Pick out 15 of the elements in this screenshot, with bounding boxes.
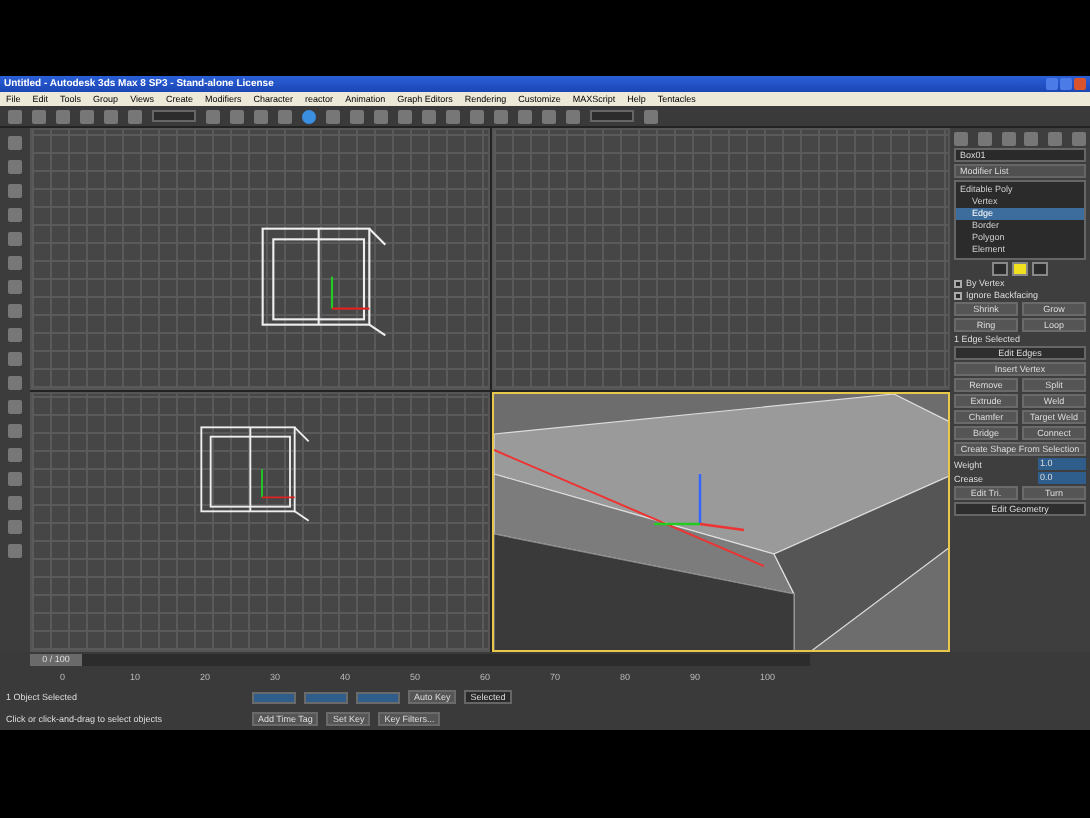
maximize-button[interactable] bbox=[1060, 78, 1072, 90]
subobject-level-icon[interactable] bbox=[992, 262, 1008, 276]
minimize-button[interactable] bbox=[1046, 78, 1058, 90]
subobject-level-icon[interactable] bbox=[1032, 262, 1048, 276]
selection-filter-dropdown[interactable] bbox=[152, 110, 196, 122]
tool-icon[interactable] bbox=[644, 109, 658, 123]
checkbox[interactable] bbox=[954, 279, 962, 287]
y-coordinate-field[interactable] bbox=[304, 691, 348, 704]
close-button[interactable] bbox=[1074, 78, 1086, 90]
named-selection-dropdown[interactable] bbox=[590, 110, 634, 122]
move-icon[interactable] bbox=[302, 109, 316, 123]
z-coordinate-field[interactable] bbox=[356, 691, 400, 704]
subobject-level-icon[interactable] bbox=[1012, 262, 1028, 276]
checkbox[interactable] bbox=[954, 291, 962, 299]
x-coordinate-field[interactable] bbox=[252, 691, 296, 704]
